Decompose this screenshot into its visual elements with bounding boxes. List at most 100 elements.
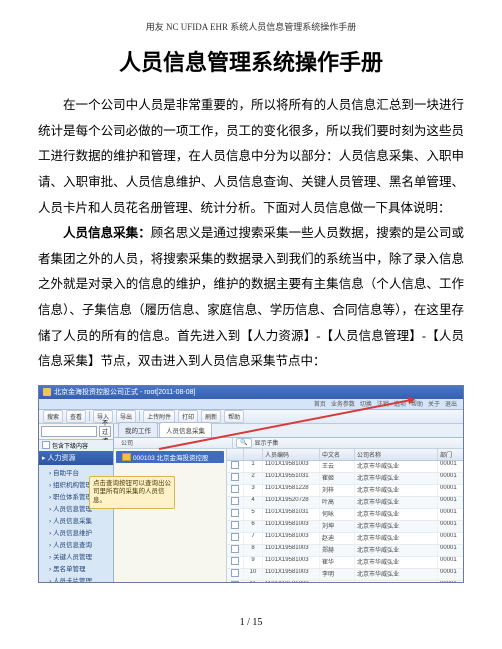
row-checkbox[interactable] xyxy=(227,521,244,532)
cell: 叶高 xyxy=(320,497,355,508)
paragraph-2-body: 顾名思义是通过搜索采集一些人员数据，搜索的是公司或者集团之外的人员，将搜索采集的… xyxy=(38,226,464,368)
table-row[interactable]: 101101X19581003李明北京市华威弘业00001培训类 xyxy=(227,569,464,581)
row-checkbox[interactable] xyxy=(227,509,244,520)
cell: 6 xyxy=(244,521,263,532)
menu-item[interactable]: 首页 xyxy=(314,399,326,408)
display-label: 显示子集 xyxy=(255,438,279,447)
tree-root[interactable]: 000103 北京金海投资控股 xyxy=(116,451,224,463)
table-row[interactable]: 51101X19581031何咏北京市华威弘业00001培训类 xyxy=(227,509,464,521)
table-row[interactable]: 61101X19581003刘坤北京市华威弘业00001培训类 xyxy=(227,521,464,533)
include-children-checkbox[interactable]: 包含下级内容 xyxy=(39,440,113,451)
column-header[interactable]: 中文名 xyxy=(320,449,355,460)
tab-home[interactable]: 我的工作 xyxy=(118,422,158,437)
cell: 11 xyxy=(244,581,263,583)
separator-icon xyxy=(89,411,90,421)
section-label: 人员信息采集： xyxy=(63,226,151,240)
cell: 1101X19551031 xyxy=(263,473,320,484)
menu-item[interactable]: 退出 xyxy=(445,399,457,408)
search-input[interactable] xyxy=(41,426,97,437)
row-checkbox[interactable] xyxy=(227,461,244,472)
cell: 1101X19581228 xyxy=(263,485,320,496)
row-checkbox[interactable] xyxy=(227,485,244,496)
row-checkbox[interactable] xyxy=(227,473,244,484)
cell: 1101X19520728 xyxy=(263,497,320,508)
window-title: 北京金海投资控股公司正式 - root[2011-08-08] xyxy=(54,387,195,397)
column-header[interactable] xyxy=(227,449,244,460)
sidebar-item[interactable]: › 人员信息维护 xyxy=(39,526,113,538)
separator-icon xyxy=(139,411,140,421)
cell: 王云 xyxy=(320,461,355,472)
app-icon xyxy=(43,388,51,396)
column-header[interactable]: 部门 xyxy=(438,449,464,460)
toolbar-button[interactable]: 帮助 xyxy=(224,410,244,423)
cell: 北京市华威弘业 xyxy=(355,461,438,472)
row-checkbox[interactable] xyxy=(227,497,244,508)
window-titlebar: 北京金海投资控股公司正式 - root[2011-08-08] xyxy=(39,386,463,399)
toolbar-button[interactable]: 搜索 xyxy=(43,410,63,423)
cell: 1101X19581003 xyxy=(263,569,320,580)
cell: 1101X19581003 xyxy=(263,557,320,568)
sidebar-item[interactable]: › 关键人员管理 xyxy=(39,550,113,562)
cell: 李明 xyxy=(320,569,355,580)
table-row[interactable]: 71101X19581003赵迪北京市华威弘业00001培训类 xyxy=(227,533,464,545)
cell: 3 xyxy=(244,485,263,496)
tabs: 我的工作 人员信息采集 xyxy=(114,424,464,438)
cell: 1101X19581003 xyxy=(263,521,320,532)
toolbar-button[interactable]: 上传附件 xyxy=(143,410,175,423)
cell: 00001 xyxy=(438,461,464,472)
cell: 00001 xyxy=(438,473,464,484)
menu-item[interactable]: 关于 xyxy=(428,399,440,408)
cell: 北京市华威弘业 xyxy=(355,485,438,496)
cell: 5 xyxy=(244,509,263,520)
org-tree[interactable]: 000103 北京金海投资控股 xyxy=(114,449,227,583)
toolbar-button[interactable]: 打印 xyxy=(178,410,198,423)
table-row[interactable]: 21101X19551031崔姬北京市华威弘业00001培训类 xyxy=(227,473,464,485)
filter-dropdown[interactable]: 不过滤 xyxy=(99,426,111,437)
sidebar-item[interactable]: › 人员信息查询 xyxy=(39,538,113,550)
cell: 1101X19581003 xyxy=(263,581,320,583)
sidebar-item[interactable]: › 人员信息采集 xyxy=(39,514,113,526)
cell: 1101X19581003 xyxy=(263,533,320,544)
page-number: 1 / 15 xyxy=(38,617,464,628)
callout-box: 点击查询按钮可以查询出公司里所有的采集的人员信息。 xyxy=(89,476,175,509)
cell: 00001 xyxy=(438,521,464,532)
table-row[interactable]: 41101X19520728叶高北京市华威弘业00001培训类 xyxy=(227,497,464,509)
toolbar-button[interactable]: 查看 xyxy=(66,410,86,423)
row-checkbox[interactable] xyxy=(227,533,244,544)
table-row[interactable]: 81101X19581003郑赫北京市华威弘业00001培训类 xyxy=(227,545,464,557)
tab-person-collect[interactable]: 人员信息采集 xyxy=(159,422,212,437)
cell: 00001 xyxy=(438,509,464,520)
row-checkbox[interactable] xyxy=(227,545,244,556)
cell: 00001 xyxy=(438,533,464,544)
cell: 吴珂 xyxy=(320,581,355,583)
sidebar-item[interactable]: › 黑名单管理 xyxy=(39,562,113,574)
sidebar-item[interactable]: › 人员卡片管理 xyxy=(39,574,113,583)
table-row[interactable]: 31101X19581228刘梓北京市华威弘业00001培训类 xyxy=(227,485,464,497)
cell: 何咏 xyxy=(320,509,355,520)
table-row[interactable]: 91101X19581003崔华北京市华威弘业00001培训类 xyxy=(227,557,464,569)
toolbar-button[interactable]: 导出 xyxy=(116,410,136,423)
cell: 10 xyxy=(244,569,263,580)
table-row[interactable]: 111101X19581003吴珂北京市华威弘业00001培训类 xyxy=(227,581,464,583)
search-pill[interactable]: 🔍 xyxy=(236,438,251,448)
column-header[interactable]: 人员编码 xyxy=(263,449,320,460)
row-checkbox[interactable] xyxy=(227,569,244,580)
data-grid[interactable]: 人员编码中文名公司名称部门人员类别 11101X19581003王云北京市华威弘… xyxy=(227,449,464,583)
row-checkbox[interactable] xyxy=(227,557,244,568)
toolbar-button[interactable]: 刷新 xyxy=(201,410,221,423)
menu-item[interactable]: 业务参数 xyxy=(331,399,355,408)
cell: 00001 xyxy=(438,545,464,556)
cell: 1101X19581003 xyxy=(263,545,320,556)
cell: 1101X19581003 xyxy=(263,461,320,472)
column-header[interactable] xyxy=(244,449,263,460)
cell: 崔姬 xyxy=(320,473,355,484)
cell: 00001 xyxy=(438,569,464,580)
row-checkbox[interactable] xyxy=(227,581,244,583)
cell: 8 xyxy=(244,545,263,556)
column-header[interactable]: 公司名称 xyxy=(355,449,438,460)
cell: 刘坤 xyxy=(320,521,355,532)
cell: 北京市华威弘业 xyxy=(355,509,438,520)
table-row[interactable]: 11101X19581003王云北京市华威弘业00001培训类 xyxy=(227,461,464,473)
folder-icon xyxy=(122,453,131,461)
sidebar-search: 不过滤 xyxy=(39,424,113,440)
